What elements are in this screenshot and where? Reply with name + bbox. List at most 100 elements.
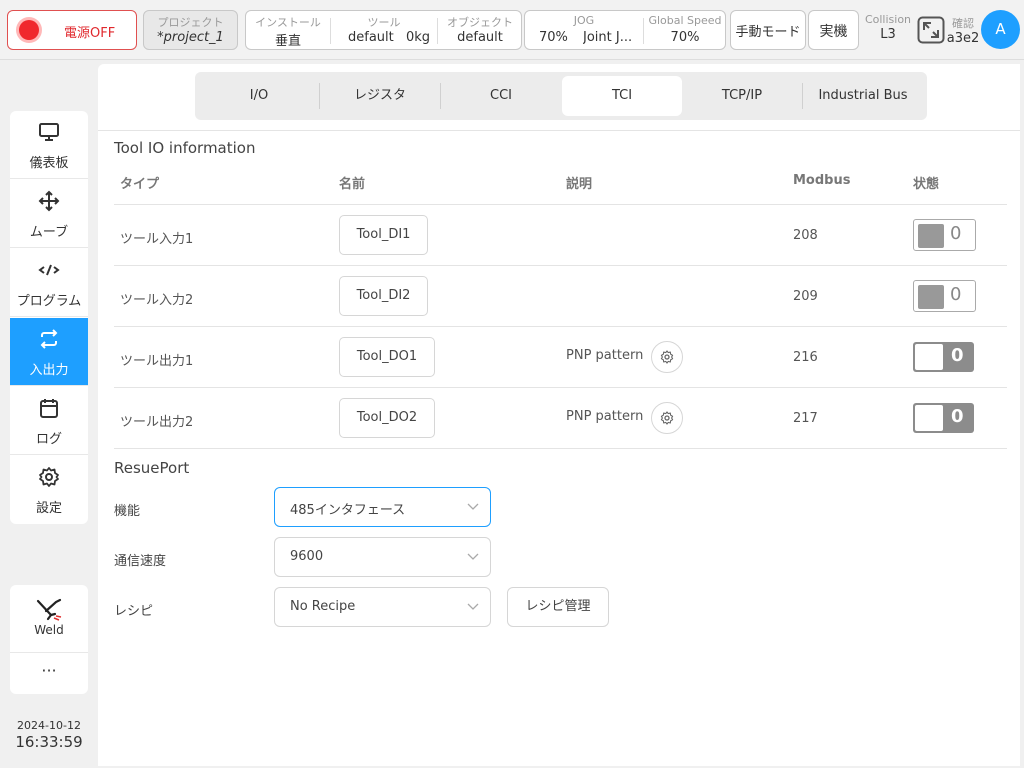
object-value: default (457, 30, 503, 45)
weld-torch-icon (36, 598, 62, 621)
tool-do1-toggle[interactable]: 0 (913, 342, 974, 372)
tool-do2-name-button[interactable]: Tool_DO2 (339, 398, 435, 438)
project-label: プロジェクト (157, 16, 224, 29)
gear-icon (39, 467, 59, 487)
sidebar-item-log[interactable]: ログ (10, 387, 88, 455)
tool-di1-state: 0 (913, 219, 976, 251)
sidebar-item-label: ムーブ (29, 225, 69, 240)
recipe-select[interactable]: No Recipe (274, 587, 491, 627)
header-name: 名前 (339, 177, 366, 192)
baud-select-value: 9600 (290, 549, 324, 564)
code-icon (38, 264, 60, 276)
tab-io[interactable]: I/O (199, 76, 319, 116)
power-icon (19, 20, 39, 40)
gear-icon (660, 350, 674, 364)
date-text: 2024-10-12 (17, 719, 81, 732)
time-text: 16:33:59 (15, 733, 83, 751)
project-selector[interactable]: プロジェクト *project_1 (143, 10, 238, 50)
row-modbus: 208 (793, 228, 818, 243)
global-speed-segment[interactable]: Global Speed 70% (644, 11, 726, 49)
row-description: PNP pattern (566, 348, 644, 363)
state-value: 0 (950, 284, 962, 305)
install-tool-object-panel[interactable]: インストール 垂直 ツール default 0kg オブジェクト default (245, 10, 522, 50)
recipe-manage-button[interactable]: レシピ管理 (507, 587, 609, 627)
function-label: 機能 (114, 504, 141, 519)
tab-bar: I/O レジスタ CCI TCI TCP/IP Industrial Bus (195, 72, 927, 120)
install-value: 垂直 (274, 34, 301, 49)
tool-segment[interactable]: ツール default 0kg (331, 11, 437, 49)
plugin-panel: Weld ··· (10, 585, 88, 694)
row-type: ツール出力2 (120, 415, 194, 430)
sidebar-item-program[interactable]: プログラム (10, 249, 88, 317)
resue-port-title: ResuePort (114, 459, 190, 477)
collision-value: L3 (880, 27, 896, 42)
row-type: ツール入力2 (120, 293, 194, 308)
tool-weight-value: 0kg (405, 30, 430, 45)
manual-mode-label: 手動モード (735, 25, 801, 40)
weld-label: Weld (34, 623, 64, 637)
jog-panel[interactable]: JOG 70% Joint J... Global Speed 70% (524, 10, 726, 50)
object-label: オブジェクト (447, 16, 513, 29)
sidebar-nav: 儀表板 ムーブ プログラム 入出力 ログ 設定 (10, 111, 88, 524)
weld-button[interactable]: Weld (10, 585, 88, 653)
more-button[interactable]: ··· (10, 654, 88, 694)
top-bar: 電源OFF プロジェクト *project_1 インストール 垂直 ツール de… (0, 0, 1024, 60)
expand-icon[interactable] (917, 16, 945, 44)
install-label: インストール (255, 16, 321, 29)
tab-industrial-bus[interactable]: Industrial Bus (803, 76, 923, 116)
calendar-icon (40, 399, 58, 418)
state-value: 0 (950, 223, 962, 244)
confirm-value: a3e2 (946, 31, 980, 46)
function-select[interactable]: 485インタフェース (274, 487, 491, 527)
global-speed-label: Global Speed (648, 14, 722, 27)
sidebar-item-settings[interactable]: 設定 (10, 456, 88, 524)
power-button[interactable]: 電源OFF (7, 10, 137, 50)
row-type: ツール出力1 (120, 354, 194, 369)
jog-mode-value: Joint J... (583, 30, 633, 45)
manual-mode-button[interactable]: 手動モード (730, 10, 806, 50)
avatar[interactable]: A (981, 10, 1020, 49)
sidebar-item-dashboard[interactable]: 儀表板 (10, 111, 88, 179)
pnp-settings-button[interactable] (651, 402, 683, 434)
gear-icon (660, 411, 674, 425)
install-segment[interactable]: インストール 垂直 (246, 11, 330, 49)
sidebar-item-move[interactable]: ムーブ (10, 180, 88, 248)
tab-tcpip[interactable]: TCP/IP (682, 76, 802, 116)
row-modbus: 217 (793, 411, 818, 426)
main-panel: I/O レジスタ CCI TCI TCP/IP Industrial Bus T… (98, 64, 1020, 766)
tool-di2-name-button[interactable]: Tool_DI2 (339, 276, 428, 316)
recipe-select-value: No Recipe (290, 599, 356, 614)
collision-label: Collision (864, 13, 912, 26)
row-description: PNP pattern (566, 409, 644, 424)
tab-tci[interactable]: TCI (562, 76, 682, 116)
chevron-down-icon (467, 553, 479, 560)
tool-do1-name-button[interactable]: Tool_DO1 (339, 337, 435, 377)
sidebar-item-io[interactable]: 入出力 (10, 318, 88, 386)
tab-register[interactable]: レジスタ (320, 76, 440, 116)
baud-select[interactable]: 9600 (274, 537, 491, 577)
collision-indicator[interactable]: Collision L3 (862, 13, 914, 42)
global-speed-value: 70% (670, 30, 700, 45)
real-robot-button[interactable]: 実機 (808, 10, 859, 50)
row-modbus: 216 (793, 350, 818, 365)
tab-cci[interactable]: CCI (441, 76, 561, 116)
header-type: タイプ (120, 177, 160, 192)
recipe-label: レシピ (114, 604, 154, 619)
chevron-down-icon (467, 603, 479, 610)
header-state: 状態 (913, 177, 940, 192)
tool-di2-state: 0 (913, 280, 976, 312)
jog-speed-value: 70% (539, 30, 568, 45)
pnp-settings-button[interactable] (651, 341, 683, 373)
tool-do2-toggle[interactable]: 0 (913, 403, 974, 433)
baud-label: 通信速度 (114, 554, 167, 569)
jog-segment[interactable]: JOG 70% Joint J... (525, 11, 643, 49)
row-type: ツール入力1 (120, 232, 194, 247)
swap-icon (40, 329, 58, 349)
confirm-indicator[interactable]: 確認 a3e2 (946, 15, 980, 46)
state-value: 0 (951, 345, 964, 366)
header-description: 説明 (566, 177, 593, 192)
sidebar-item-label: プログラム (16, 294, 82, 309)
datetime-display: 2024-10-12 16:33:59 (0, 719, 98, 751)
tool-di1-name-button[interactable]: Tool_DI1 (339, 215, 428, 255)
object-segment[interactable]: オブジェクト default (438, 11, 522, 49)
